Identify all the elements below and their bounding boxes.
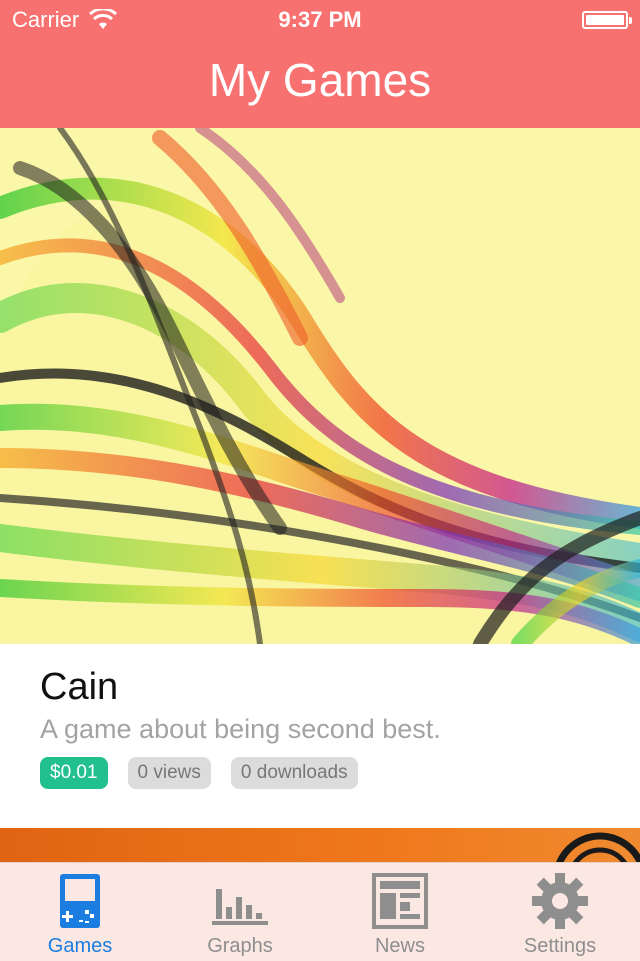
tab-label: Settings: [523, 935, 597, 957]
status-bar: Carrier 9:37 PM: [0, 0, 640, 40]
nav-header: Carrier 9:37 PM My Games: [0, 0, 640, 128]
newspaper-icon: [372, 873, 428, 929]
game-title: Cain: [40, 666, 119, 708]
price-badge: $0.01: [40, 757, 108, 789]
tab-label: News: [374, 935, 425, 957]
tab-bar: Games Graphs News Settings: [0, 862, 640, 961]
gear-icon: [532, 873, 588, 929]
downloads-badge: 0 downloads: [230, 757, 358, 789]
page-title: My Games: [208, 54, 432, 106]
status-time: 9:37 PM: [278, 7, 362, 32]
battery-icon: [582, 11, 632, 29]
tab-settings[interactable]: Settings: [480, 863, 640, 961]
tab-games[interactable]: Games: [0, 863, 160, 961]
orange-artwork: [556, 832, 640, 862]
gameboy-icon: [60, 874, 100, 928]
tab-graphs[interactable]: Graphs: [160, 863, 320, 961]
bar-chart-icon: [212, 889, 268, 925]
game-stats: $0.01 0 views 0 downloads: [40, 757, 358, 789]
game-cover-image[interactable]: [0, 128, 640, 644]
next-game-cover-image[interactable]: [0, 828, 640, 862]
tab-label: Graphs: [207, 935, 273, 957]
abstract-swirl-artwork: [0, 128, 640, 644]
game-description: A game about being second best.: [40, 714, 441, 744]
tab-label: Games: [47, 935, 113, 957]
game-card[interactable]: Cain A game about being second best. $0.…: [0, 644, 640, 828]
tab-news[interactable]: News: [320, 863, 480, 961]
views-badge: 0 views: [127, 757, 211, 789]
